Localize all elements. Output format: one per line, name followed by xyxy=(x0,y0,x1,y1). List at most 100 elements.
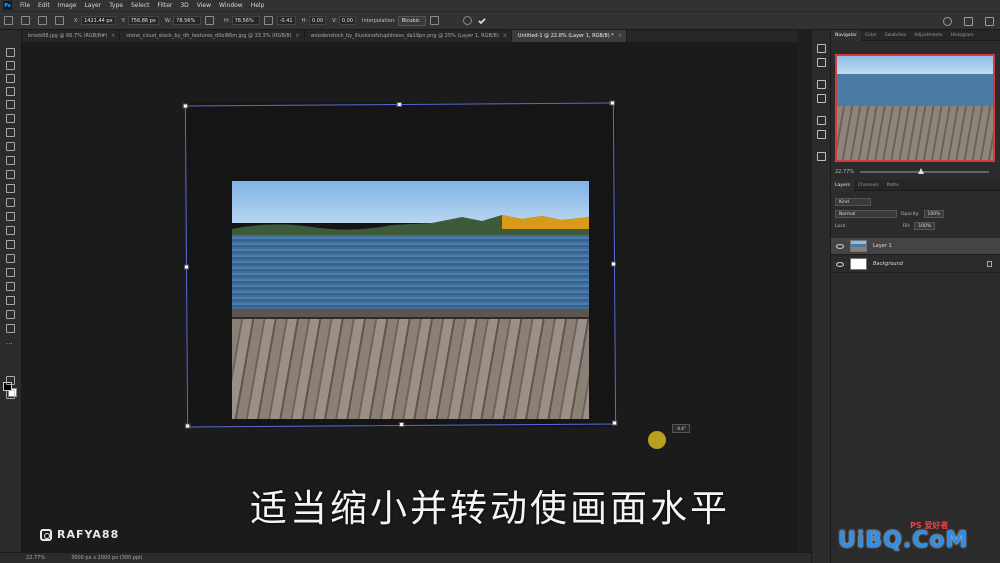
layer-row-layer-1[interactable]: Layer 1 xyxy=(831,238,1000,255)
clone-stamp-tool-icon[interactable] xyxy=(6,170,15,179)
menu-filter[interactable]: Filter xyxy=(154,2,177,9)
shape-tool-icon[interactable] xyxy=(6,296,15,305)
layer-filter-select[interactable]: Kind xyxy=(835,198,871,206)
link-icon[interactable] xyxy=(205,16,215,25)
healing-tool-icon[interactable] xyxy=(6,142,15,151)
eraser-tool-icon[interactable] xyxy=(6,198,15,207)
paragraph-panel-icon[interactable] xyxy=(817,130,826,139)
layer-name[interactable]: Background xyxy=(873,261,903,267)
visibility-eye-icon[interactable] xyxy=(836,261,844,267)
transform-handle-bottom-right[interactable] xyxy=(612,420,618,426)
navigator-thumbnail[interactable] xyxy=(835,54,995,162)
quick-mask-icon[interactable] xyxy=(6,376,15,385)
photoshop-logo-icon[interactable]: Ps xyxy=(3,1,12,10)
height-input[interactable]: 78.56% xyxy=(231,16,260,25)
close-icon[interactable]: × xyxy=(503,33,507,39)
tab-adjustments[interactable]: Adjustments xyxy=(910,30,946,41)
warp-icon[interactable] xyxy=(429,16,439,25)
more-tools-icon[interactable]: ··· xyxy=(6,340,15,349)
reference-point-grid-icon[interactable] xyxy=(55,16,64,25)
v-skew-input[interactable]: 0.00 xyxy=(338,16,356,25)
menu-layer[interactable]: Layer xyxy=(80,2,105,9)
fill-input[interactable]: 100% xyxy=(914,222,936,230)
tab-layers[interactable]: Layers xyxy=(831,180,854,191)
x-input[interactable]: 1421.44 px xyxy=(81,16,116,25)
tab-document-3[interactable]: woodenstock_by_illusionofstupidness_da19… xyxy=(305,30,512,42)
tab-paths[interactable]: Paths xyxy=(883,180,903,191)
share-icon[interactable] xyxy=(985,17,994,26)
menu-edit[interactable]: Edit xyxy=(34,2,54,9)
history-panel-icon[interactable] xyxy=(817,44,826,53)
h-skew-input[interactable]: 0.00 xyxy=(309,16,327,25)
eyedropper-tool-icon[interactable] xyxy=(6,128,15,137)
tab-document-2[interactable]: stone_cloud_stock_by_dh_textures_d0oi86m… xyxy=(120,30,305,42)
brush-tool-icon[interactable] xyxy=(6,156,15,165)
menu-type[interactable]: Type xyxy=(105,2,127,9)
search-icon[interactable] xyxy=(943,17,952,26)
transform-handle-top-right[interactable] xyxy=(609,100,615,106)
tab-color[interactable]: Color xyxy=(861,30,881,41)
brushes-panel-icon[interactable] xyxy=(817,94,826,103)
marquee-tool-icon[interactable] xyxy=(6,61,15,70)
menu-select[interactable]: Select xyxy=(127,2,154,9)
tab-document-active[interactable]: Untitled-1 @ 22.8% (Layer 1, RGB/8) * × xyxy=(511,30,627,42)
properties-panel-icon[interactable] xyxy=(817,80,826,89)
lasso-tool-icon[interactable] xyxy=(6,74,15,83)
y-input[interactable]: 756.86 px xyxy=(127,16,159,25)
menu-help[interactable]: Help xyxy=(247,2,269,9)
hand-tool-icon[interactable] xyxy=(6,310,15,319)
menu-image[interactable]: Image xyxy=(54,2,81,9)
menu-view[interactable]: View xyxy=(193,2,215,9)
angle-input[interactable]: -0.41 xyxy=(276,16,296,25)
zoom-tool-icon[interactable] xyxy=(6,324,15,333)
navigator-zoom-value[interactable]: 22.77% xyxy=(835,169,854,175)
zoom-slider-knob[interactable] xyxy=(918,168,925,174)
tab-document-1[interactable]: brook88.jpg @ 66.7% (RGB/8#) × xyxy=(22,30,121,42)
layer-name[interactable]: Layer 1 xyxy=(873,243,892,249)
tab-navigator[interactable]: Navigator xyxy=(831,30,862,41)
menu-3d[interactable]: 3D xyxy=(176,2,192,9)
opacity-input[interactable]: 100% xyxy=(923,210,945,218)
close-icon[interactable]: × xyxy=(295,33,299,39)
status-zoom[interactable]: 22.77% xyxy=(26,555,45,561)
type-tool-icon[interactable] xyxy=(6,268,15,277)
dodge-tool-icon[interactable] xyxy=(6,240,15,249)
tab-histogram[interactable]: Histogram xyxy=(946,30,977,41)
history-brush-tool-icon[interactable] xyxy=(6,184,15,193)
libraries-panel-icon[interactable] xyxy=(817,152,826,161)
menu-window[interactable]: Window xyxy=(215,2,247,9)
layer-row-background[interactable]: Background xyxy=(831,256,1000,273)
transform-handle-bottom-left[interactable] xyxy=(185,423,191,429)
blend-mode-select[interactable]: Normal xyxy=(835,210,897,218)
character-panel-icon[interactable] xyxy=(817,116,826,125)
cancel-transform-icon[interactable] xyxy=(462,16,472,25)
frame-tool-icon[interactable] xyxy=(6,114,15,123)
tab-channels[interactable]: Channels xyxy=(854,180,883,191)
blur-tool-icon[interactable] xyxy=(6,226,15,235)
visibility-eye-icon[interactable] xyxy=(836,243,844,249)
transform-handle-left[interactable] xyxy=(183,264,190,270)
close-icon[interactable]: × xyxy=(111,33,115,39)
transform-handle-right[interactable] xyxy=(610,261,617,267)
commit-transform-icon[interactable] xyxy=(477,16,486,25)
home-icon[interactable] xyxy=(4,16,13,25)
move-tool-icon[interactable] xyxy=(6,48,15,57)
menu-file[interactable]: File xyxy=(16,2,34,9)
status-doc-size[interactable]: 3000 px x 2000 px (300 ppi) xyxy=(71,555,142,561)
transform-handle-bottom[interactable] xyxy=(399,421,405,428)
screen-mode-icon[interactable] xyxy=(6,390,15,399)
interpolation-select[interactable]: Bicubic xyxy=(397,15,426,26)
gradient-tool-icon[interactable] xyxy=(6,212,15,221)
actions-panel-icon[interactable] xyxy=(817,58,826,67)
path-select-tool-icon[interactable] xyxy=(6,282,15,291)
width-input[interactable]: 78.56% xyxy=(173,16,202,25)
crop-tool-icon[interactable] xyxy=(6,100,15,109)
close-icon[interactable]: × xyxy=(618,33,622,39)
transform-bounding-box[interactable] xyxy=(182,100,618,429)
transform-handle-top[interactable] xyxy=(396,101,402,108)
transform-handle-top-left[interactable] xyxy=(182,103,188,109)
tab-swatches[interactable]: Swatches xyxy=(881,30,911,41)
pen-tool-icon[interactable] xyxy=(6,254,15,263)
transform-tool-icon[interactable] xyxy=(21,16,30,25)
reference-point-icon[interactable] xyxy=(38,16,47,25)
